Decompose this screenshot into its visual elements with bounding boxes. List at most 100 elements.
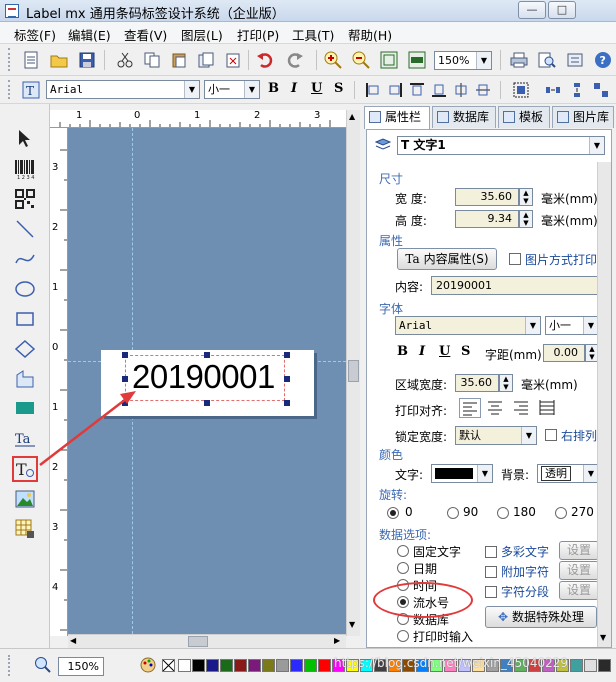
scroll-down-icon[interactable]: ▼ (349, 620, 355, 629)
rotation-90-radio[interactable] (447, 507, 459, 519)
minimize-button[interactable]: — (518, 1, 546, 19)
content-attr-button[interactable]: Ta 内容属性(S) (397, 248, 497, 270)
text-tool-icon[interactable]: T (12, 456, 38, 482)
color-swatch[interactable] (304, 659, 317, 672)
rotation-270-radio[interactable] (555, 507, 567, 519)
print-preview-icon[interactable] (536, 49, 558, 71)
image-tool-icon[interactable] (12, 486, 38, 512)
undo-icon[interactable] (254, 49, 276, 71)
align-left-text-icon[interactable] (459, 398, 481, 418)
rectangle-tool-icon[interactable] (12, 306, 38, 332)
group-icon[interactable] (510, 79, 532, 101)
vertical-scrollbar[interactable]: ▲ ▼ (346, 110, 360, 636)
image-print-checkbox[interactable] (509, 253, 521, 265)
toolbar-grip[interactable] (8, 80, 11, 99)
menu-view[interactable]: 查看(V) (124, 25, 167, 44)
delete-icon[interactable] (222, 49, 244, 71)
menu-print[interactable]: 打印(P) (237, 25, 279, 44)
color-swatch[interactable] (290, 659, 303, 672)
color-swatch[interactable] (206, 659, 219, 672)
table-tool-icon[interactable] (12, 516, 38, 542)
width-field[interactable]: 35.60 (455, 188, 519, 206)
barcode-icon[interactable]: 1 2 3 4 5 (12, 156, 38, 182)
save-icon[interactable] (76, 49, 98, 71)
fit-page-icon[interactable] (378, 49, 400, 71)
open-folder-icon[interactable] (48, 49, 70, 71)
actual-size-icon[interactable] (406, 49, 428, 71)
maximize-button[interactable]: □ (548, 1, 576, 19)
panel-scrollbar[interactable] (597, 162, 611, 647)
copy-icon[interactable] (141, 49, 163, 71)
scroll-right-icon[interactable]: ▶ (334, 636, 340, 645)
selection-handle[interactable] (284, 352, 290, 358)
no-color-swatch[interactable] (162, 659, 175, 672)
italic-button[interactable]: I (291, 81, 297, 96)
area-width-field[interactable]: 35.60 (455, 374, 499, 392)
zoom-select[interactable]: 150% ▼ (434, 51, 492, 70)
new-file-icon[interactable] (20, 49, 42, 71)
color-swatch[interactable] (584, 659, 597, 672)
data-print-input-radio[interactable] (397, 630, 409, 642)
append-char-settings-button[interactable]: 设置 (559, 561, 599, 580)
chevron-down-icon[interactable]: ▼ (477, 465, 492, 482)
object-select[interactable]: T 文字1 ▼ (397, 136, 605, 155)
fill-rect-tool-icon[interactable] (12, 396, 38, 422)
color-swatch[interactable] (318, 659, 331, 672)
selection-handle[interactable] (204, 352, 210, 358)
toolbar-grip[interactable] (8, 48, 11, 71)
special-data-button[interactable]: ✥ 数据特殊处理 (485, 606, 597, 628)
align-center-h-icon[interactable] (450, 79, 472, 101)
panel-underline-button[interactable]: U (439, 344, 450, 359)
font-name-select[interactable]: Arial ▼ (46, 80, 200, 99)
align-right-icon[interactable] (384, 79, 406, 101)
menu-tools[interactable]: 工具(T) (292, 25, 334, 44)
chevron-down-icon[interactable]: ▼ (521, 427, 536, 444)
tab-database[interactable]: 数据库 (432, 106, 496, 128)
scroll-left-icon[interactable]: ◀ (70, 636, 76, 645)
color-swatch[interactable] (276, 659, 289, 672)
qrcode-icon[interactable] (12, 186, 38, 212)
height-field[interactable]: 9.34 (455, 210, 519, 228)
bold-button[interactable]: B (268, 81, 279, 96)
color-swatch[interactable] (234, 659, 247, 672)
scroll-thumb[interactable] (348, 360, 359, 382)
status-zoom-field[interactable]: 150% (58, 657, 104, 676)
selection-handle[interactable] (284, 400, 290, 406)
align-justify-text-icon[interactable] (537, 398, 559, 418)
color-swatch[interactable] (570, 659, 583, 672)
char-segment-settings-button[interactable]: 设置 (559, 581, 599, 600)
tab-properties[interactable]: 属性栏 (364, 106, 430, 129)
color-swatch[interactable] (192, 659, 205, 672)
menu-label[interactable]: 标签(F) (14, 25, 56, 44)
color-swatch[interactable] (598, 659, 611, 672)
print-icon[interactable] (508, 49, 530, 71)
ellipse-tool-icon[interactable] (12, 276, 38, 302)
color-swatch[interactable] (262, 659, 275, 672)
menu-layer[interactable]: 图层(L) (181, 25, 223, 44)
chevron-down-icon[interactable]: ▼ (184, 81, 199, 98)
cut-icon[interactable] (114, 49, 136, 71)
panel-bold-button[interactable]: B (397, 344, 408, 359)
label-text-object[interactable]: 20190001 (125, 355, 285, 401)
background-select[interactable]: 透明 ▼ (537, 464, 599, 483)
scroll-up-icon[interactable]: ▲ (349, 112, 355, 121)
char-segment-checkbox[interactable] (485, 586, 497, 598)
data-fixed-text-radio[interactable] (397, 545, 409, 557)
multi-color-settings-button[interactable]: 设置 (559, 541, 599, 560)
align-top-icon[interactable] (406, 79, 428, 101)
align-right-text-icon[interactable] (511, 398, 533, 418)
text-color-select[interactable]: ▼ (431, 464, 493, 483)
chevron-down-icon[interactable]: ▼ (583, 465, 598, 482)
color-swatch[interactable] (248, 659, 261, 672)
scroll-thumb[interactable] (188, 636, 208, 647)
lock-width-select[interactable]: 默认 ▼ (455, 426, 537, 445)
right-arrange-checkbox[interactable] (545, 429, 557, 441)
chevron-down-icon[interactable]: ▼ (589, 137, 604, 154)
panel-font-size-select[interactable]: 小一 ▼ (545, 316, 599, 335)
line-tool-icon[interactable] (12, 216, 38, 242)
selection-handle[interactable] (284, 376, 290, 382)
color-swatch[interactable] (178, 659, 191, 672)
underline-button[interactable]: U (311, 81, 322, 96)
selection-handle[interactable] (122, 400, 128, 406)
chevron-down-icon[interactable]: ▼ (476, 52, 491, 69)
